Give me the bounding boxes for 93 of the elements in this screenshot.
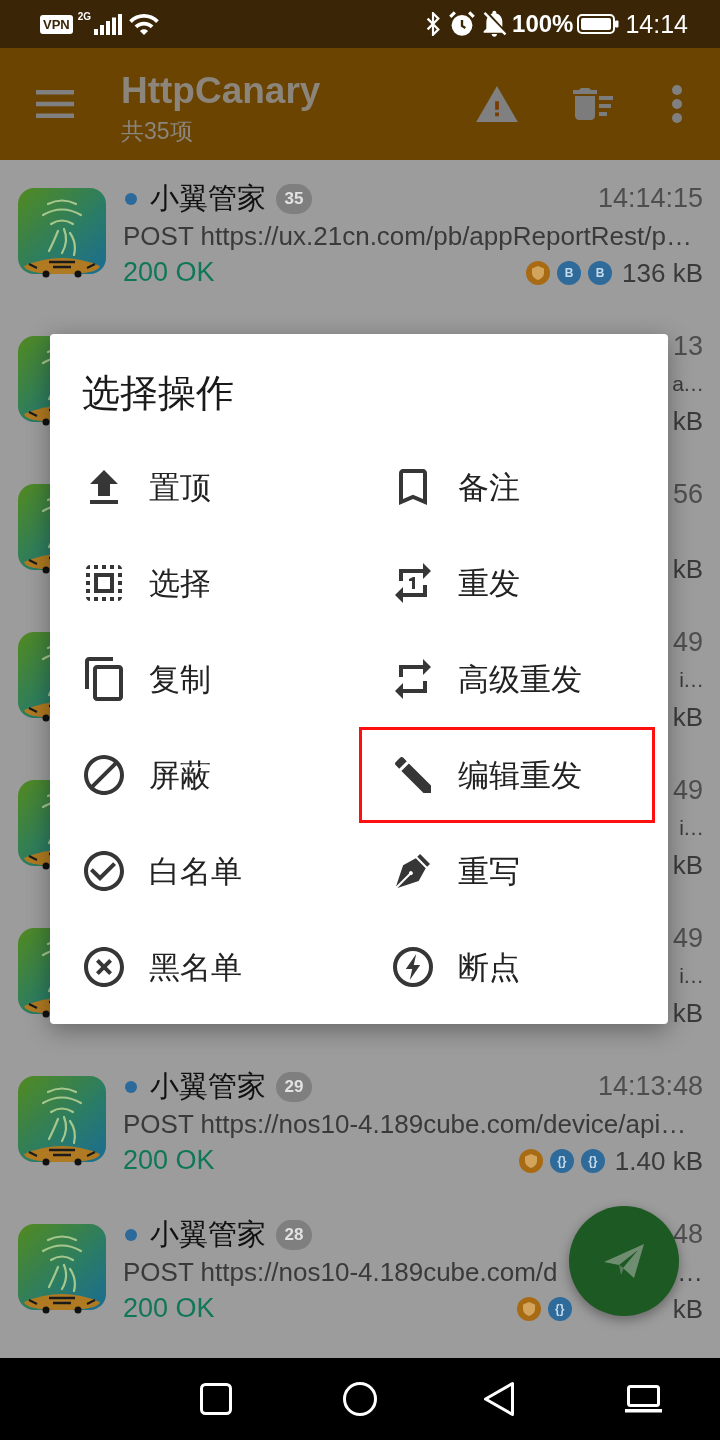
action-item[interactable]: 断点 bbox=[359, 919, 655, 1015]
request-url: POST https://nos10-4.189cube.com/device/api… bbox=[123, 1110, 687, 1137]
pen-nib-icon bbox=[396, 854, 430, 888]
request-url: POST https://ux.21cn.com/pb/appReportRest/p… bbox=[123, 222, 692, 249]
repeat-one-icon bbox=[395, 563, 431, 603]
content-type-tag: B bbox=[557, 260, 582, 285]
signal-icon bbox=[94, 13, 124, 35]
paper-plane-icon bbox=[604, 1244, 644, 1278]
item-count: 共35项 bbox=[121, 117, 193, 146]
app-icon bbox=[18, 1076, 106, 1166]
request-time: 49 bbox=[672, 925, 703, 952]
warning-icon[interactable] bbox=[476, 86, 518, 122]
request-time: 56 bbox=[672, 481, 703, 508]
upload-icon bbox=[90, 470, 118, 504]
response-status: 200 OK bbox=[123, 259, 215, 286]
app-name: 小翼管家 bbox=[150, 1072, 266, 1101]
battery-percent: 100% bbox=[512, 12, 574, 36]
shield-icon bbox=[526, 260, 551, 285]
content-type-tag: {} bbox=[549, 1148, 574, 1173]
laptop-nav-icon[interactable] bbox=[625, 1385, 662, 1413]
response-size: 1.40 kB bbox=[614, 1147, 703, 1174]
circle-nav-icon[interactable] bbox=[343, 1382, 377, 1416]
wifi-icon bbox=[129, 13, 160, 35]
request-time: 14:14:15 bbox=[597, 185, 703, 212]
pencil-icon bbox=[395, 757, 431, 793]
bookmark-icon bbox=[399, 469, 427, 505]
content-type-tag: {} bbox=[580, 1148, 605, 1173]
app-icon bbox=[18, 780, 50, 870]
request-time: 49 bbox=[672, 777, 703, 804]
app-title: HttpCanary bbox=[121, 70, 321, 112]
request-time: 49 bbox=[672, 629, 703, 656]
action-item[interactable]: 置顶 bbox=[50, 439, 346, 535]
url-ellipsis: … bbox=[677, 1258, 703, 1285]
shield-icon bbox=[518, 1148, 543, 1173]
response-size: kB bbox=[672, 407, 703, 434]
action-item[interactable]: 备注 bbox=[359, 439, 655, 535]
app-name: 小翼管家 bbox=[150, 184, 266, 213]
block-icon bbox=[84, 755, 124, 795]
response-size: 136 kB bbox=[622, 259, 703, 286]
app-icon bbox=[18, 928, 50, 1018]
dialog-title: 选择操作 bbox=[82, 371, 234, 416]
request-url: a… bbox=[672, 373, 703, 394]
response-size: kB bbox=[672, 555, 703, 582]
app-icon bbox=[18, 336, 50, 426]
lightning-circle-icon bbox=[393, 947, 433, 987]
response-size: kB bbox=[672, 999, 703, 1026]
app-icon bbox=[18, 484, 50, 574]
request-url: i… bbox=[679, 817, 703, 838]
response-status: 200 OK bbox=[123, 1295, 215, 1322]
copy-icon bbox=[85, 657, 123, 701]
response-size: kB bbox=[672, 1295, 703, 1322]
request-url: i… bbox=[679, 669, 703, 690]
repeat-icon bbox=[395, 659, 431, 699]
shield-icon bbox=[516, 1296, 541, 1321]
action-item[interactable]: 白名单 bbox=[50, 823, 346, 919]
action-item[interactable]: 重写 bbox=[359, 823, 655, 919]
response-status: 200 OK bbox=[123, 1147, 215, 1174]
request-number: 28 bbox=[276, 1219, 312, 1250]
app-icon bbox=[18, 632, 50, 722]
request-time: 13 bbox=[672, 333, 703, 360]
alarm-clock-icon bbox=[449, 11, 476, 37]
request-time: 48 bbox=[672, 1221, 703, 1248]
select-all-icon bbox=[86, 565, 122, 601]
square-nav-icon[interactable] bbox=[200, 1383, 232, 1415]
content-type-tag: B bbox=[588, 260, 613, 285]
bell-off-icon bbox=[482, 10, 509, 38]
app-name: 小翼管家 bbox=[150, 1220, 266, 1249]
action-item[interactable]: 黑名单 bbox=[50, 919, 346, 1015]
battery-icon bbox=[577, 14, 620, 34]
request-number: 29 bbox=[276, 1071, 312, 1102]
action-item[interactable]: 选择 bbox=[50, 535, 346, 631]
request-time: 14:13:48 bbox=[597, 1073, 703, 1100]
clear-list-icon[interactable] bbox=[573, 88, 613, 120]
vpn-badge: VPN bbox=[40, 14, 73, 34]
action-item[interactable]: 重发 bbox=[359, 535, 655, 631]
request-url: i… bbox=[679, 965, 703, 986]
app-icon bbox=[18, 1224, 106, 1314]
request-url: POST https://nos10-4.189cube.com/d bbox=[123, 1258, 558, 1285]
request-number: 35 bbox=[276, 183, 312, 214]
response-size: kB bbox=[672, 851, 703, 878]
action-item[interactable]: 编辑重发 bbox=[359, 727, 655, 823]
content-type-tag: {} bbox=[547, 1296, 572, 1321]
back-icon[interactable] bbox=[483, 1381, 515, 1417]
app-icon bbox=[18, 188, 106, 278]
network-type: 2G bbox=[77, 12, 92, 22]
more-vertical-icon[interactable] bbox=[672, 85, 682, 123]
action-item[interactable]: 屏蔽 bbox=[50, 727, 346, 823]
bluetooth-icon bbox=[426, 12, 441, 36]
action-item[interactable]: 复制 bbox=[50, 631, 346, 727]
action-item[interactable]: 高级重发 bbox=[359, 631, 655, 727]
menu-icon[interactable] bbox=[36, 90, 74, 118]
response-size: kB bbox=[672, 703, 703, 730]
clock-time: 14:14 bbox=[625, 11, 688, 37]
